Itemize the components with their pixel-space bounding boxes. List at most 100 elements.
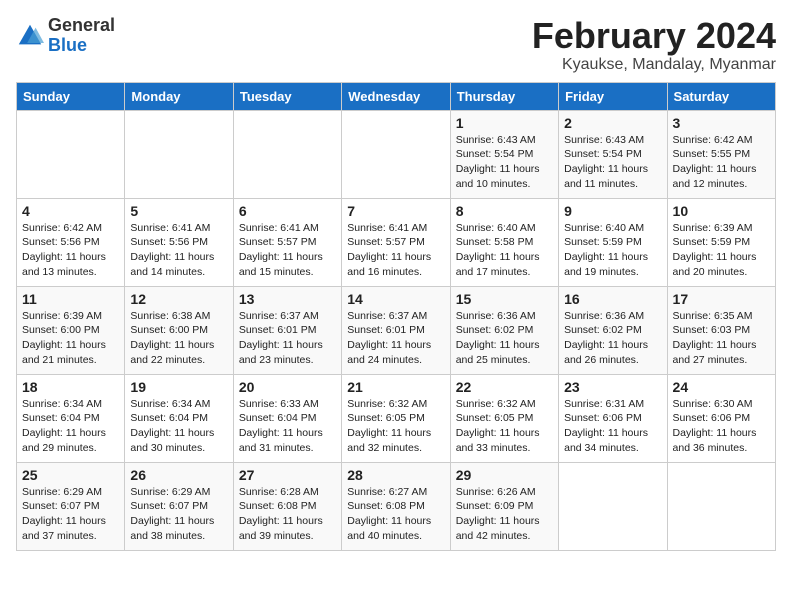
calendar-cell: 13Sunrise: 6:37 AM Sunset: 6:01 PM Dayli… xyxy=(233,286,341,374)
day-info: Sunrise: 6:32 AM Sunset: 6:05 PM Dayligh… xyxy=(456,397,553,456)
day-info: Sunrise: 6:31 AM Sunset: 6:06 PM Dayligh… xyxy=(564,397,661,456)
week-row-0: 1 Sunrise: 6:43 AM Sunset: 5:54 PM Daylig… xyxy=(17,110,776,198)
day-number: 28 xyxy=(347,467,444,483)
calendar-cell: 15 Sunrise: 6:36 AM Sunset: 6:02 PM Dayli… xyxy=(450,286,558,374)
calendar-cell: 20 Sunrise: 6:33 AM Sunset: 6:04 PM Dayli… xyxy=(233,374,341,462)
day-number: 6 xyxy=(239,203,336,219)
day-info: Sunrise: 6:40 AM Sunset: 5:59 PM Dayligh… xyxy=(564,221,661,280)
day-info: Sunrise: 6:39 AM Sunset: 6:00 PM Dayligh… xyxy=(22,309,119,368)
day-number: 12 xyxy=(130,291,227,307)
day-info: Sunrise: 6:40 AM Sunset: 5:58 PM Dayligh… xyxy=(456,221,553,280)
day-number: 25 xyxy=(22,467,119,483)
header-saturday: Saturday xyxy=(667,82,775,110)
calendar-cell xyxy=(559,462,667,550)
header-wednesday: Wednesday xyxy=(342,82,450,110)
calendar-cell: 9 Sunrise: 6:40 AM Sunset: 5:59 PM Daylig… xyxy=(559,198,667,286)
calendar-cell: 10 Sunrise: 6:39 AM Sunset: 5:59 PM Dayli… xyxy=(667,198,775,286)
day-info: Sunrise: 6:42 AM Sunset: 5:55 PM Dayligh… xyxy=(673,133,770,192)
week-row-3: 18 Sunrise: 6:34 AM Sunset: 6:04 PM Dayli… xyxy=(17,374,776,462)
calendar-cell: 19 Sunrise: 6:34 AM Sunset: 6:04 PM Dayli… xyxy=(125,374,233,462)
day-number: 3 xyxy=(673,115,770,131)
day-number: 8 xyxy=(456,203,553,219)
day-info: Sunrise: 6:39 AM Sunset: 5:59 PM Dayligh… xyxy=(673,221,770,280)
calendar-cell xyxy=(233,110,341,198)
day-number: 10 xyxy=(673,203,770,219)
logo-icon xyxy=(16,22,44,50)
day-number: 27 xyxy=(239,467,336,483)
day-info: Sunrise: 6:42 AM Sunset: 5:56 PM Dayligh… xyxy=(22,221,119,280)
calendar-cell: 23 Sunrise: 6:31 AM Sunset: 6:06 PM Dayli… xyxy=(559,374,667,462)
calendar-cell: 6Sunrise: 6:41 AM Sunset: 5:57 PM Daylig… xyxy=(233,198,341,286)
day-number: 7 xyxy=(347,203,444,219)
day-info: Sunrise: 6:33 AM Sunset: 6:04 PM Dayligh… xyxy=(239,397,336,456)
day-info: Sunrise: 6:35 AM Sunset: 6:03 PM Dayligh… xyxy=(673,309,770,368)
header-sunday: Sunday xyxy=(17,82,125,110)
logo-text: General Blue xyxy=(48,16,115,56)
day-number: 4 xyxy=(22,203,119,219)
day-number: 21 xyxy=(347,379,444,395)
day-number: 1 xyxy=(456,115,553,131)
calendar-cell: 16 Sunrise: 6:36 AM Sunset: 6:02 PM Dayli… xyxy=(559,286,667,374)
header-monday: Monday xyxy=(125,82,233,110)
day-info: Sunrise: 6:34 AM Sunset: 6:04 PM Dayligh… xyxy=(130,397,227,456)
day-number: 9 xyxy=(564,203,661,219)
calendar-cell xyxy=(667,462,775,550)
day-number: 26 xyxy=(130,467,227,483)
calendar-cell: 24 Sunrise: 6:30 AM Sunset: 6:06 PM Dayli… xyxy=(667,374,775,462)
day-number: 29 xyxy=(456,467,553,483)
day-number: 24 xyxy=(673,379,770,395)
week-row-1: 4 Sunrise: 6:42 AM Sunset: 5:56 PM Daylig… xyxy=(17,198,776,286)
header-thursday: Thursday xyxy=(450,82,558,110)
day-number: 22 xyxy=(456,379,553,395)
calendar-cell: 8 Sunrise: 6:40 AM Sunset: 5:58 PM Daylig… xyxy=(450,198,558,286)
calendar-body: 1 Sunrise: 6:43 AM Sunset: 5:54 PM Daylig… xyxy=(17,110,776,550)
calendar-cell: 2Sunrise: 6:43 AM Sunset: 5:54 PM Daylig… xyxy=(559,110,667,198)
logo-blue: Blue xyxy=(48,35,87,55)
header-row: SundayMondayTuesdayWednesdayThursdayFrid… xyxy=(17,82,776,110)
day-number: 17 xyxy=(673,291,770,307)
calendar-cell: 12 Sunrise: 6:38 AM Sunset: 6:00 PM Dayli… xyxy=(125,286,233,374)
day-number: 23 xyxy=(564,379,661,395)
day-info: Sunrise: 6:36 AM Sunset: 6:02 PM Dayligh… xyxy=(456,309,553,368)
day-number: 19 xyxy=(130,379,227,395)
day-info: Sunrise: 6:37 AM Sunset: 6:01 PM Dayligh… xyxy=(347,309,444,368)
location-subtitle: Kyaukse, Mandalay, Myanmar xyxy=(532,56,776,74)
day-info: Sunrise: 6:27 AM Sunset: 6:08 PM Dayligh… xyxy=(347,485,444,544)
calendar-cell: 5Sunrise: 6:41 AM Sunset: 5:56 PM Daylig… xyxy=(125,198,233,286)
day-info: Sunrise: 6:37 AM Sunset: 6:01 PM Dayligh… xyxy=(239,309,336,368)
calendar-cell xyxy=(17,110,125,198)
day-info: Sunrise: 6:29 AM Sunset: 6:07 PM Dayligh… xyxy=(130,485,227,544)
day-info: Sunrise: 6:43 AM Sunset: 5:54 PM Dayligh… xyxy=(456,133,553,192)
calendar-cell: 21 Sunrise: 6:32 AM Sunset: 6:05 PM Dayli… xyxy=(342,374,450,462)
day-info: Sunrise: 6:28 AM Sunset: 6:08 PM Dayligh… xyxy=(239,485,336,544)
day-info: Sunrise: 6:30 AM Sunset: 6:06 PM Dayligh… xyxy=(673,397,770,456)
month-year-title: February 2024 xyxy=(532,16,776,56)
day-number: 15 xyxy=(456,291,553,307)
calendar-cell: 17 Sunrise: 6:35 AM Sunset: 6:03 PM Dayli… xyxy=(667,286,775,374)
header-friday: Friday xyxy=(559,82,667,110)
day-number: 11 xyxy=(22,291,119,307)
page-header: General Blue February 2024 Kyaukse, Mand… xyxy=(16,16,776,74)
day-info: Sunrise: 6:43 AM Sunset: 5:54 PM Dayligh… xyxy=(564,133,661,192)
calendar-cell: 1 Sunrise: 6:43 AM Sunset: 5:54 PM Daylig… xyxy=(450,110,558,198)
calendar-cell: 11 Sunrise: 6:39 AM Sunset: 6:00 PM Dayli… xyxy=(17,286,125,374)
calendar-cell: 22 Sunrise: 6:32 AM Sunset: 6:05 PM Dayli… xyxy=(450,374,558,462)
calendar-cell: 28 Sunrise: 6:27 AM Sunset: 6:08 PM Dayli… xyxy=(342,462,450,550)
calendar-header: SundayMondayTuesdayWednesdayThursdayFrid… xyxy=(17,82,776,110)
calendar-cell xyxy=(342,110,450,198)
calendar-cell: 7 Sunrise: 6:41 AM Sunset: 5:57 PM Daylig… xyxy=(342,198,450,286)
calendar-cell: 14Sunrise: 6:37 AM Sunset: 6:01 PM Dayli… xyxy=(342,286,450,374)
day-number: 16 xyxy=(564,291,661,307)
day-info: Sunrise: 6:38 AM Sunset: 6:00 PM Dayligh… xyxy=(130,309,227,368)
week-row-4: 25 Sunrise: 6:29 AM Sunset: 6:07 PM Dayli… xyxy=(17,462,776,550)
day-number: 18 xyxy=(22,379,119,395)
day-info: Sunrise: 6:41 AM Sunset: 5:57 PM Dayligh… xyxy=(347,221,444,280)
day-info: Sunrise: 6:32 AM Sunset: 6:05 PM Dayligh… xyxy=(347,397,444,456)
logo: General Blue xyxy=(16,16,115,56)
day-info: Sunrise: 6:36 AM Sunset: 6:02 PM Dayligh… xyxy=(564,309,661,368)
day-info: Sunrise: 6:34 AM Sunset: 6:04 PM Dayligh… xyxy=(22,397,119,456)
title-block: February 2024 Kyaukse, Mandalay, Myanmar xyxy=(532,16,776,74)
day-number: 20 xyxy=(239,379,336,395)
calendar-cell: 26 Sunrise: 6:29 AM Sunset: 6:07 PM Dayli… xyxy=(125,462,233,550)
day-info: Sunrise: 6:41 AM Sunset: 5:56 PM Dayligh… xyxy=(130,221,227,280)
